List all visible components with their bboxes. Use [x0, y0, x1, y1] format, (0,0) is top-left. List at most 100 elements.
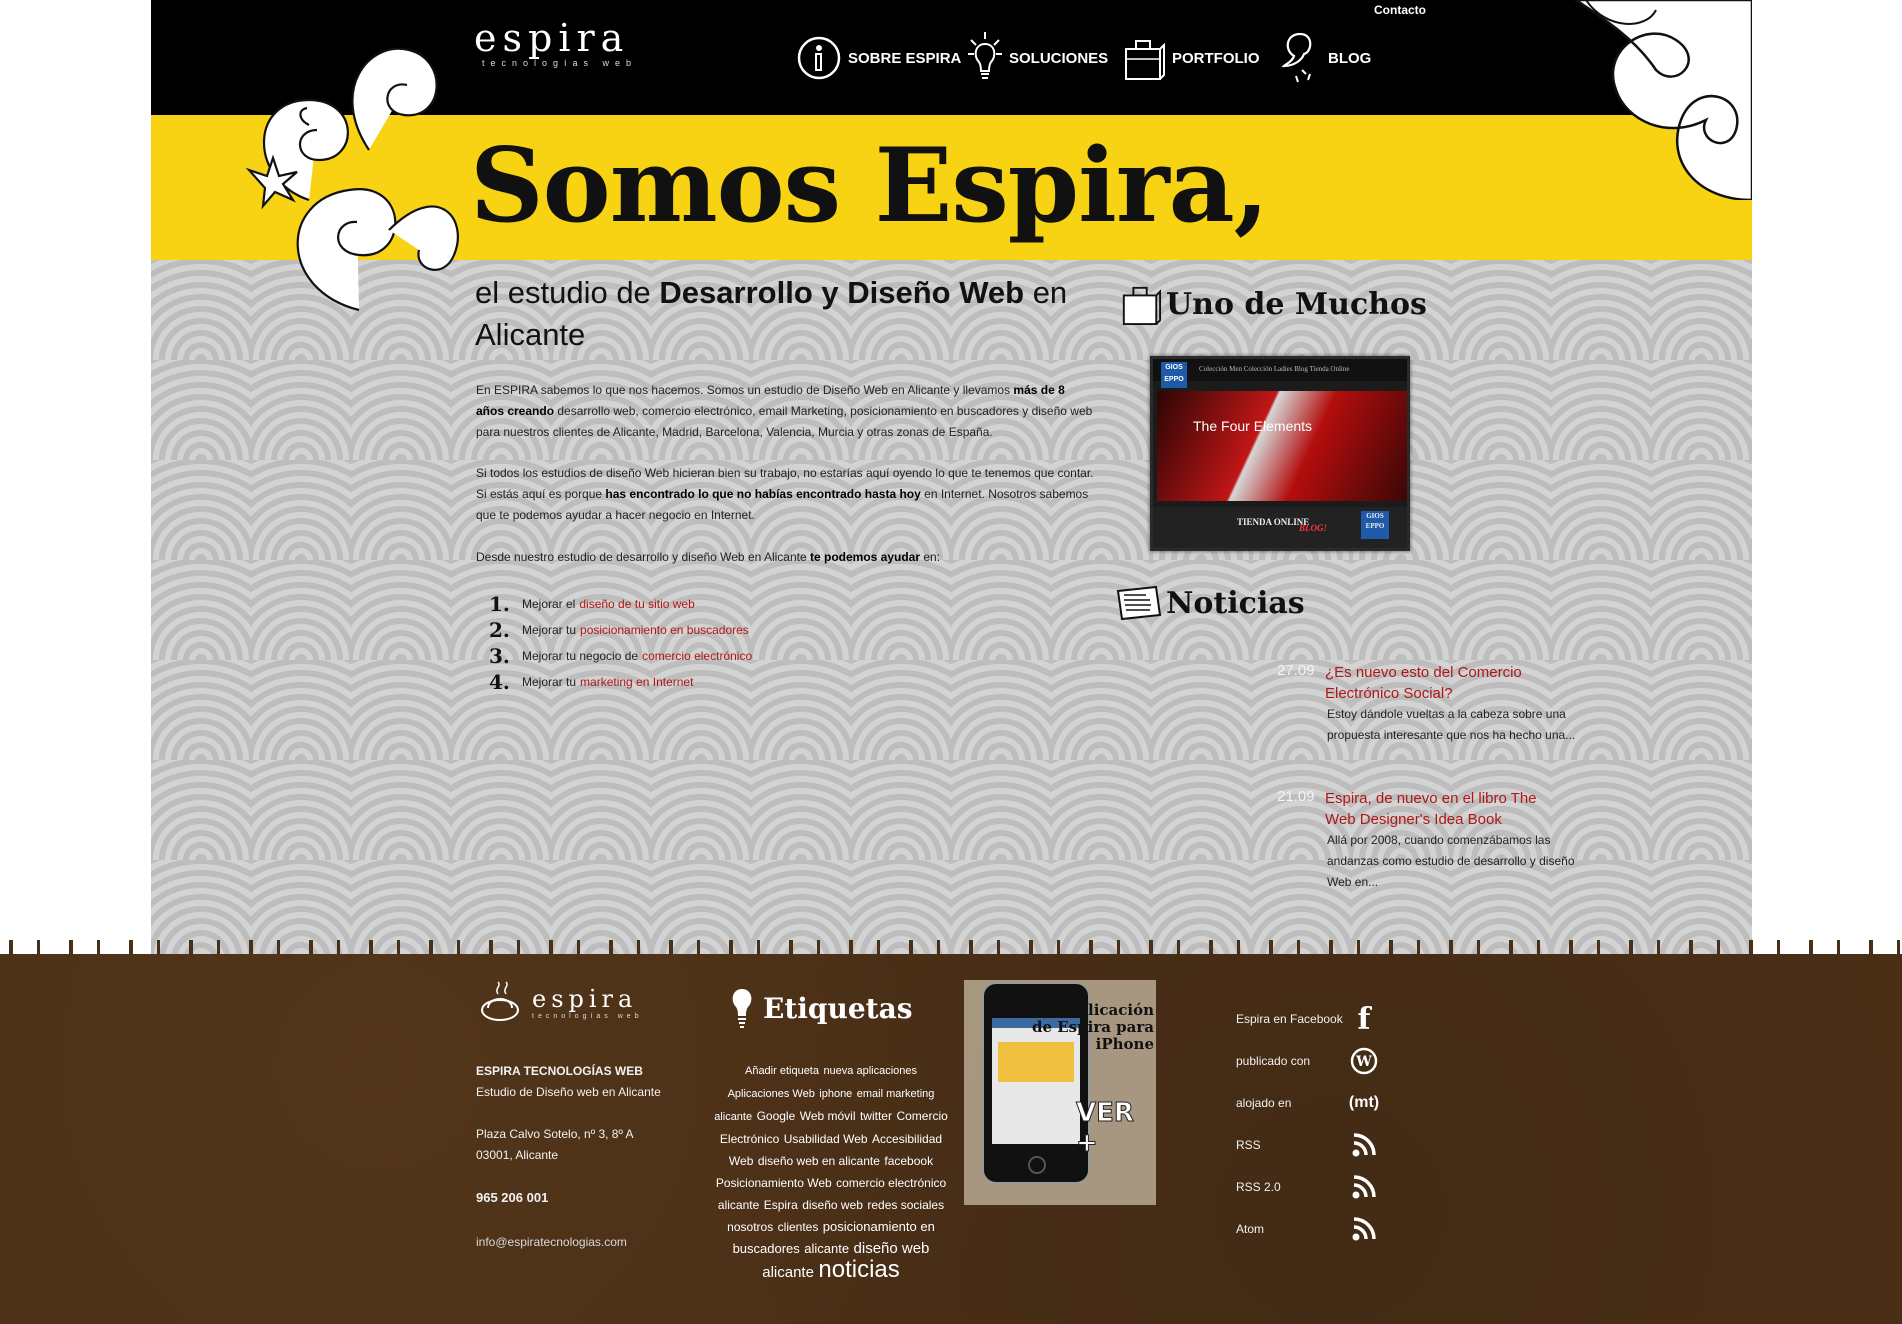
benefits-list: 1. Mejorar el diseño de tu sitio web 2. Mej… — [489, 591, 752, 695]
newspaper-icon — [1116, 585, 1162, 621]
list-item: 4. Mejorar tu marketing en Internet — [489, 669, 752, 695]
footer-company-name: ESPIRA TECNOLOGÍAS WEB — [476, 1064, 643, 1078]
nav-soluciones[interactable]: SOLUCIONES — [967, 30, 1108, 86]
footer-logo-tagline: tecnologías web — [532, 1012, 643, 1020]
benefit-link[interactable]: comercio electrónico — [642, 649, 752, 663]
facebook-icon: f — [1357, 1001, 1371, 1037]
thumb-footer: TIENDA ONLINE BLOG! GIOS EPPO — [1153, 507, 1407, 548]
social-rss-link[interactable]: RSS — [1236, 1131, 1376, 1159]
social-mediatemple-link[interactable]: alojado en (mt) — [1236, 1089, 1379, 1117]
logo-wordmark: espira — [474, 16, 630, 60]
swirl-decoration-left — [245, 47, 459, 312]
tag-link[interactable]: alicante — [714, 1111, 752, 1123]
news-item: 27.09 ¿Es nuevo esto del Comercio Electr… — [1277, 662, 1577, 772]
tag-link[interactable]: clientes — [778, 1220, 819, 1234]
site-footer — [0, 954, 1902, 1324]
promo-cta[interactable]: VER + — [1076, 1098, 1156, 1159]
thumb-brand-badge: GIOS EPPO — [1361, 511, 1389, 539]
main-frame: espira tecnologías web Contacto SOBRE ES… — [151, 0, 1752, 956]
social-rss2-link[interactable]: RSS 2.0 — [1236, 1173, 1376, 1201]
text-run: En ESPIRA sabemos lo que nos hacemos. So… — [476, 383, 1014, 397]
thumb-blog-label: BLOG! — [1299, 523, 1328, 533]
social-wordpress-link[interactable]: publicado con W — [1236, 1047, 1378, 1075]
contact-link[interactable]: Contacto — [1374, 3, 1426, 17]
tag-link[interactable]: diseño web — [802, 1198, 863, 1212]
social-label: RSS — [1236, 1138, 1261, 1152]
tag-link[interactable]: redes sociales — [867, 1198, 944, 1212]
benefit-link[interactable]: marketing en Internet — [580, 675, 693, 689]
section-title: Noticias — [1166, 585, 1305, 621]
footer-company-sub: Estudio de Diseño web en Alicante — [476, 1085, 661, 1099]
footer-logo[interactable]: espira tecnologías web — [478, 980, 643, 1024]
social-atom-link[interactable]: Atom — [1236, 1215, 1376, 1243]
subheadline-part: el estudio de — [475, 275, 660, 310]
tag-link[interactable]: Usabilidad Web — [784, 1132, 868, 1146]
tag-link[interactable]: Web móvil — [800, 1109, 856, 1123]
news-heading: Noticias — [1116, 583, 1305, 623]
thumb-nav: Colección Men Colección Ladies Blog Tien… — [1153, 359, 1407, 381]
list-item-prefix: Mejorar tu — [522, 675, 577, 689]
mt-icon: (mt) — [1348, 1094, 1380, 1111]
list-number: 1. — [489, 592, 510, 616]
lightbulb-icon — [732, 989, 752, 1028]
nav-blog[interactable]: BLOG — [1280, 30, 1371, 86]
benefit-link[interactable]: posicionamiento en buscadores — [580, 623, 749, 637]
list-number: 4. — [489, 670, 510, 694]
section-title: Uno de Muchos — [1166, 286, 1427, 322]
tag-link[interactable]: noticias — [818, 1256, 899, 1283]
speech-icon — [1281, 32, 1312, 83]
tag-link[interactable]: diseño web en alicante — [758, 1154, 880, 1168]
tag-link[interactable]: email marketing — [857, 1088, 935, 1100]
coffee-cup-icon — [481, 981, 519, 1021]
nav-label: PORTFOLIO — [1172, 49, 1260, 67]
tag-cloud: Añadir etiqueta nueva aplicaciones Aplic… — [712, 1059, 950, 1283]
subheadline-emphasis: Desarrollo y Diseño Web — [659, 275, 1025, 310]
news-excerpt: Estoy dándole vueltas a la cabeza sobre … — [1327, 707, 1576, 742]
rss-icon — [1344, 1215, 1384, 1243]
nav-portfolio[interactable]: PORTFOLIO — [1122, 30, 1260, 86]
footer-email-link[interactable]: info@espiratecnologias.com — [476, 1232, 627, 1253]
news-title-link[interactable]: Espira, de nuevo en el libro The Web Des… — [1325, 788, 1565, 830]
text-emphasis: has encontrado lo que no habías encontra… — [605, 487, 921, 501]
text-run: Desde nuestro estudio de desarrollo y di… — [476, 550, 810, 564]
tag-link[interactable]: nosotros — [727, 1220, 773, 1234]
tag-link[interactable]: Posicionamiento Web — [716, 1176, 832, 1190]
tag-link[interactable]: alicante — [804, 1241, 849, 1256]
section-title: Etiquetas — [763, 991, 913, 1025]
intro-paragraph-2: Si todos los estudios de diseño Web hici… — [476, 463, 1094, 526]
hero-subheadline: el estudio de Desarrollo y Diseño Web en… — [475, 272, 1075, 356]
tag-link[interactable]: nueva aplicaciones — [823, 1065, 917, 1077]
promo-title: La Aplicación de Espira para iPhone — [1032, 1001, 1154, 1053]
news-title-link[interactable]: ¿Es nuevo esto del Comercio Electrónico … — [1325, 662, 1565, 704]
tag-link[interactable]: Aplicaciones Web — [728, 1088, 815, 1100]
social-label: Atom — [1236, 1222, 1265, 1236]
text-emphasis: te podemos ayudar — [809, 550, 921, 564]
social-label: Espira en Facebook — [1236, 1012, 1343, 1026]
tag-link[interactable]: Espira — [764, 1198, 798, 1212]
info-icon — [797, 36, 841, 80]
thumb-banner: The Four Elements — [1157, 391, 1407, 501]
intro-paragraph-3: Desde nuestro estudio de desarrollo y di… — [476, 547, 1094, 568]
tag-link[interactable]: Google — [757, 1109, 796, 1123]
site-logo[interactable]: espira tecnologías web — [474, 18, 637, 68]
logo-tagline: tecnologías web — [482, 58, 638, 68]
list-item: 2. Mejorar tu posicionamiento en buscadore… — [489, 617, 752, 643]
tag-link[interactable]: iphone — [819, 1088, 852, 1100]
news-excerpt: Allá por 2008, cuando comenzábamos las a… — [1327, 833, 1575, 889]
social-facebook-link[interactable]: Espira en Facebook f — [1236, 1002, 1370, 1037]
benefit-link[interactable]: diseño de tu sitio web — [579, 597, 694, 611]
nav-sobre-espira[interactable]: SOBRE ESPIRA — [796, 30, 961, 86]
news-date: 27.09 — [1277, 662, 1315, 679]
news-date: 21.09 — [1277, 788, 1315, 805]
tag-link[interactable]: Añadir etiqueta — [745, 1065, 819, 1077]
briefcase-icon — [1122, 286, 1162, 325]
list-number: 3. — [489, 644, 510, 668]
list-item: 1. Mejorar el diseño de tu sitio web — [489, 591, 752, 617]
hero-headline: Somos Espira, — [470, 126, 1269, 246]
news-item: 21.09 Espira, de nuevo en el libro The W… — [1277, 788, 1577, 898]
iphone-app-promo[interactable]: La Aplicación de Espira para iPhone VER … — [964, 980, 1156, 1205]
tag-link[interactable]: twitter — [860, 1109, 892, 1123]
portfolio-thumbnail[interactable]: Colección Men Colección Ladies Blog Tien… — [1150, 356, 1410, 551]
tags-heading: Etiquetas — [727, 985, 913, 1031]
tag-link[interactable]: facebook — [884, 1154, 933, 1168]
